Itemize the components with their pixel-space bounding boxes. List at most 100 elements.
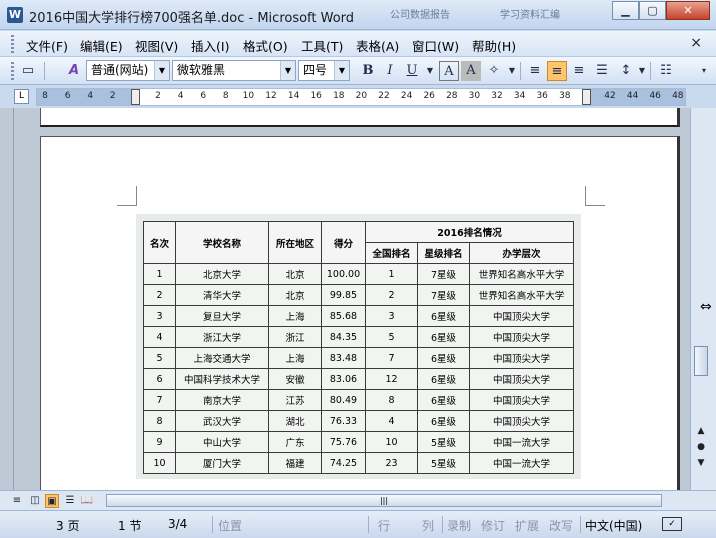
cell-star-rank[interactable]: 5星级 bbox=[417, 431, 470, 453]
table-row[interactable]: 3 复旦大学 上海 85.68 3 6星级 中国顶尖大学 bbox=[143, 305, 574, 327]
cell-school[interactable]: 中山大学 bbox=[175, 431, 269, 453]
cell-rank[interactable]: 8 bbox=[143, 410, 176, 432]
cell-national-rank[interactable]: 10 bbox=[365, 431, 418, 453]
text-effects-icon[interactable]: ✧ bbox=[484, 61, 504, 81]
align-center-icon[interactable]: ≡ bbox=[547, 61, 567, 81]
web-layout-view-icon[interactable]: ◫ bbox=[28, 494, 42, 508]
cell-national-rank[interactable]: 12 bbox=[365, 368, 418, 390]
cell-star-rank[interactable]: 6星级 bbox=[417, 410, 470, 432]
cell-school-level[interactable]: 世界知名高水平大学 bbox=[469, 263, 574, 285]
maximize-button[interactable]: ▢ bbox=[639, 1, 666, 20]
font-combo[interactable]: 微软雅黑 ▼ bbox=[172, 60, 296, 81]
cell-national-rank[interactable]: 7 bbox=[365, 347, 418, 369]
cell-region[interactable]: 安徽 bbox=[268, 368, 322, 390]
cell-region[interactable]: 广东 bbox=[268, 431, 322, 453]
status-extend[interactable]: 扩展 bbox=[515, 517, 539, 534]
cell-region[interactable]: 江苏 bbox=[268, 389, 322, 411]
cell-school[interactable]: 北京大学 bbox=[175, 263, 269, 285]
character-shading-icon[interactable]: A bbox=[461, 61, 481, 81]
chevron-down-icon[interactable]: ▼ bbox=[502, 61, 522, 81]
cell-rank[interactable]: 1 bbox=[143, 263, 176, 285]
numbered-list-icon[interactable]: ☷ bbox=[656, 61, 676, 81]
cell-star-rank[interactable]: 5星级 bbox=[417, 452, 470, 474]
cell-school-level[interactable]: 中国顶尖大学 bbox=[469, 368, 574, 390]
cell-national-rank[interactable]: 1 bbox=[365, 263, 418, 285]
table-row[interactable]: 6 中国科学技术大学 安徽 83.06 12 6星级 中国顶尖大学 bbox=[143, 368, 574, 390]
cell-score[interactable]: 100.00 bbox=[321, 263, 366, 285]
ranking-table[interactable]: 名次 学校名称 所在地区 得分 2016排名情况 全国排名 星级排名 办学层次 … bbox=[143, 221, 574, 474]
document-page[interactable]: 名次 学校名称 所在地区 得分 2016排名情况 全国排名 星级排名 办学层次 … bbox=[40, 136, 680, 490]
cell-region[interactable]: 福建 bbox=[268, 452, 322, 474]
cell-score[interactable]: 76.33 bbox=[321, 410, 366, 432]
cell-school[interactable]: 上海交通大学 bbox=[175, 347, 269, 369]
outline-view-icon[interactable]: ☰ bbox=[63, 494, 77, 508]
cell-region[interactable]: 上海 bbox=[268, 305, 322, 327]
table-row[interactable]: 10 厦门大学 福建 74.25 23 5星级 中国一流大学 bbox=[143, 452, 574, 474]
cell-region[interactable]: 北京 bbox=[268, 263, 322, 285]
cell-school[interactable]: 厦门大学 bbox=[175, 452, 269, 474]
cell-score[interactable]: 75.76 bbox=[321, 431, 366, 453]
chevron-down-icon[interactable]: ▼ bbox=[154, 61, 169, 80]
cell-star-rank[interactable]: 6星级 bbox=[417, 368, 470, 390]
cell-school-level[interactable]: 中国一流大学 bbox=[469, 452, 574, 474]
cell-region[interactable]: 北京 bbox=[268, 284, 322, 306]
cell-score[interactable]: 99.85 bbox=[321, 284, 366, 306]
italic-button[interactable]: I bbox=[380, 61, 400, 81]
font-size-combo[interactable]: 四号 ▼ bbox=[298, 60, 350, 81]
cell-school[interactable]: 中国科学技术大学 bbox=[175, 368, 269, 390]
table-row[interactable]: 8 武汉大学 湖北 76.33 4 6星级 中国顶尖大学 bbox=[143, 410, 574, 432]
close-button[interactable]: ✕ bbox=[666, 1, 710, 20]
cell-rank[interactable]: 2 bbox=[143, 284, 176, 306]
chevron-down-icon[interactable]: ▼ bbox=[280, 61, 295, 80]
toolbar-options-icon[interactable]: ▾ bbox=[694, 61, 714, 81]
right-indent-marker[interactable] bbox=[582, 89, 591, 105]
cell-national-rank[interactable]: 5 bbox=[365, 326, 418, 348]
cell-region[interactable]: 上海 bbox=[268, 347, 322, 369]
minimize-button[interactable]: ▁ bbox=[612, 1, 639, 20]
table-row[interactable]: 4 浙江大学 浙江 84.35 5 6星级 中国顶尖大学 bbox=[143, 326, 574, 348]
cell-score[interactable]: 84.35 bbox=[321, 326, 366, 348]
menu-format[interactable]: 格式(O) bbox=[243, 36, 288, 55]
cell-school[interactable]: 南京大学 bbox=[175, 389, 269, 411]
cell-score[interactable]: 74.25 bbox=[321, 452, 366, 474]
cell-rank[interactable]: 7 bbox=[143, 389, 176, 411]
tab-selector-icon[interactable]: L bbox=[14, 89, 29, 104]
document-area[interactable]: 名次 学校名称 所在地区 得分 2016排名情况 全国排名 星级排名 办学层次 … bbox=[0, 108, 690, 490]
character-border-icon[interactable]: A bbox=[439, 61, 459, 81]
menu-view[interactable]: 视图(V) bbox=[135, 36, 178, 55]
reading-layout-view-icon[interactable]: 📖 bbox=[80, 494, 94, 508]
cell-school[interactable]: 清华大学 bbox=[175, 284, 269, 306]
word-app-icon[interactable]: W bbox=[7, 7, 23, 23]
cell-star-rank[interactable]: 6星级 bbox=[417, 347, 470, 369]
cell-rank[interactable]: 10 bbox=[143, 452, 176, 474]
status-language[interactable]: 中文(中国) bbox=[585, 517, 642, 534]
next-page-icon[interactable]: ▼ bbox=[694, 458, 708, 468]
table-row[interactable]: 7 南京大学 江苏 80.49 8 6星级 中国顶尖大学 bbox=[143, 389, 574, 411]
cell-rank[interactable]: 6 bbox=[143, 368, 176, 390]
chevron-down-icon[interactable]: ▼ bbox=[420, 61, 440, 81]
horizontal-ruler[interactable]: 8 6 4 2 2 4 6 8 10 12 14 16 18 20 22 24 26 28 30 32 34 36 38 42… bbox=[36, 88, 686, 106]
horizontal-scroll-thumb[interactable]: ||| bbox=[106, 494, 662, 507]
cell-national-rank[interactable]: 8 bbox=[365, 389, 418, 411]
cell-region[interactable]: 湖北 bbox=[268, 410, 322, 432]
cell-school-level[interactable]: 中国顶尖大学 bbox=[469, 326, 574, 348]
vertical-scroll-thumb[interactable] bbox=[694, 346, 708, 376]
cell-star-rank[interactable]: 6星级 bbox=[417, 305, 470, 327]
cell-rank[interactable]: 4 bbox=[143, 326, 176, 348]
cell-school[interactable]: 浙江大学 bbox=[175, 326, 269, 348]
new-document-icon[interactable]: ▭ bbox=[18, 61, 38, 81]
cell-score[interactable]: 83.48 bbox=[321, 347, 366, 369]
print-layout-view-icon[interactable]: ▣ bbox=[45, 494, 59, 508]
cell-school-level[interactable]: 中国顶尖大学 bbox=[469, 305, 574, 327]
align-justify-icon[interactable]: ≡ bbox=[525, 61, 545, 81]
cell-national-rank[interactable]: 2 bbox=[365, 284, 418, 306]
styles-and-formatting-icon[interactable]: A bbox=[64, 61, 84, 81]
cell-star-rank[interactable]: 6星级 bbox=[417, 326, 470, 348]
cell-region[interactable]: 浙江 bbox=[268, 326, 322, 348]
chevron-down-icon[interactable]: ▼ bbox=[334, 61, 349, 80]
cell-school-level[interactable]: 中国顶尖大学 bbox=[469, 347, 574, 369]
bold-button[interactable]: B bbox=[358, 61, 378, 81]
table-row[interactable]: 2 清华大学 北京 99.85 2 7星级 世界知名高水平大学 bbox=[143, 284, 574, 306]
cell-star-rank[interactable]: 6星级 bbox=[417, 389, 470, 411]
table-row[interactable]: 5 上海交通大学 上海 83.48 7 6星级 中国顶尖大学 bbox=[143, 347, 574, 369]
